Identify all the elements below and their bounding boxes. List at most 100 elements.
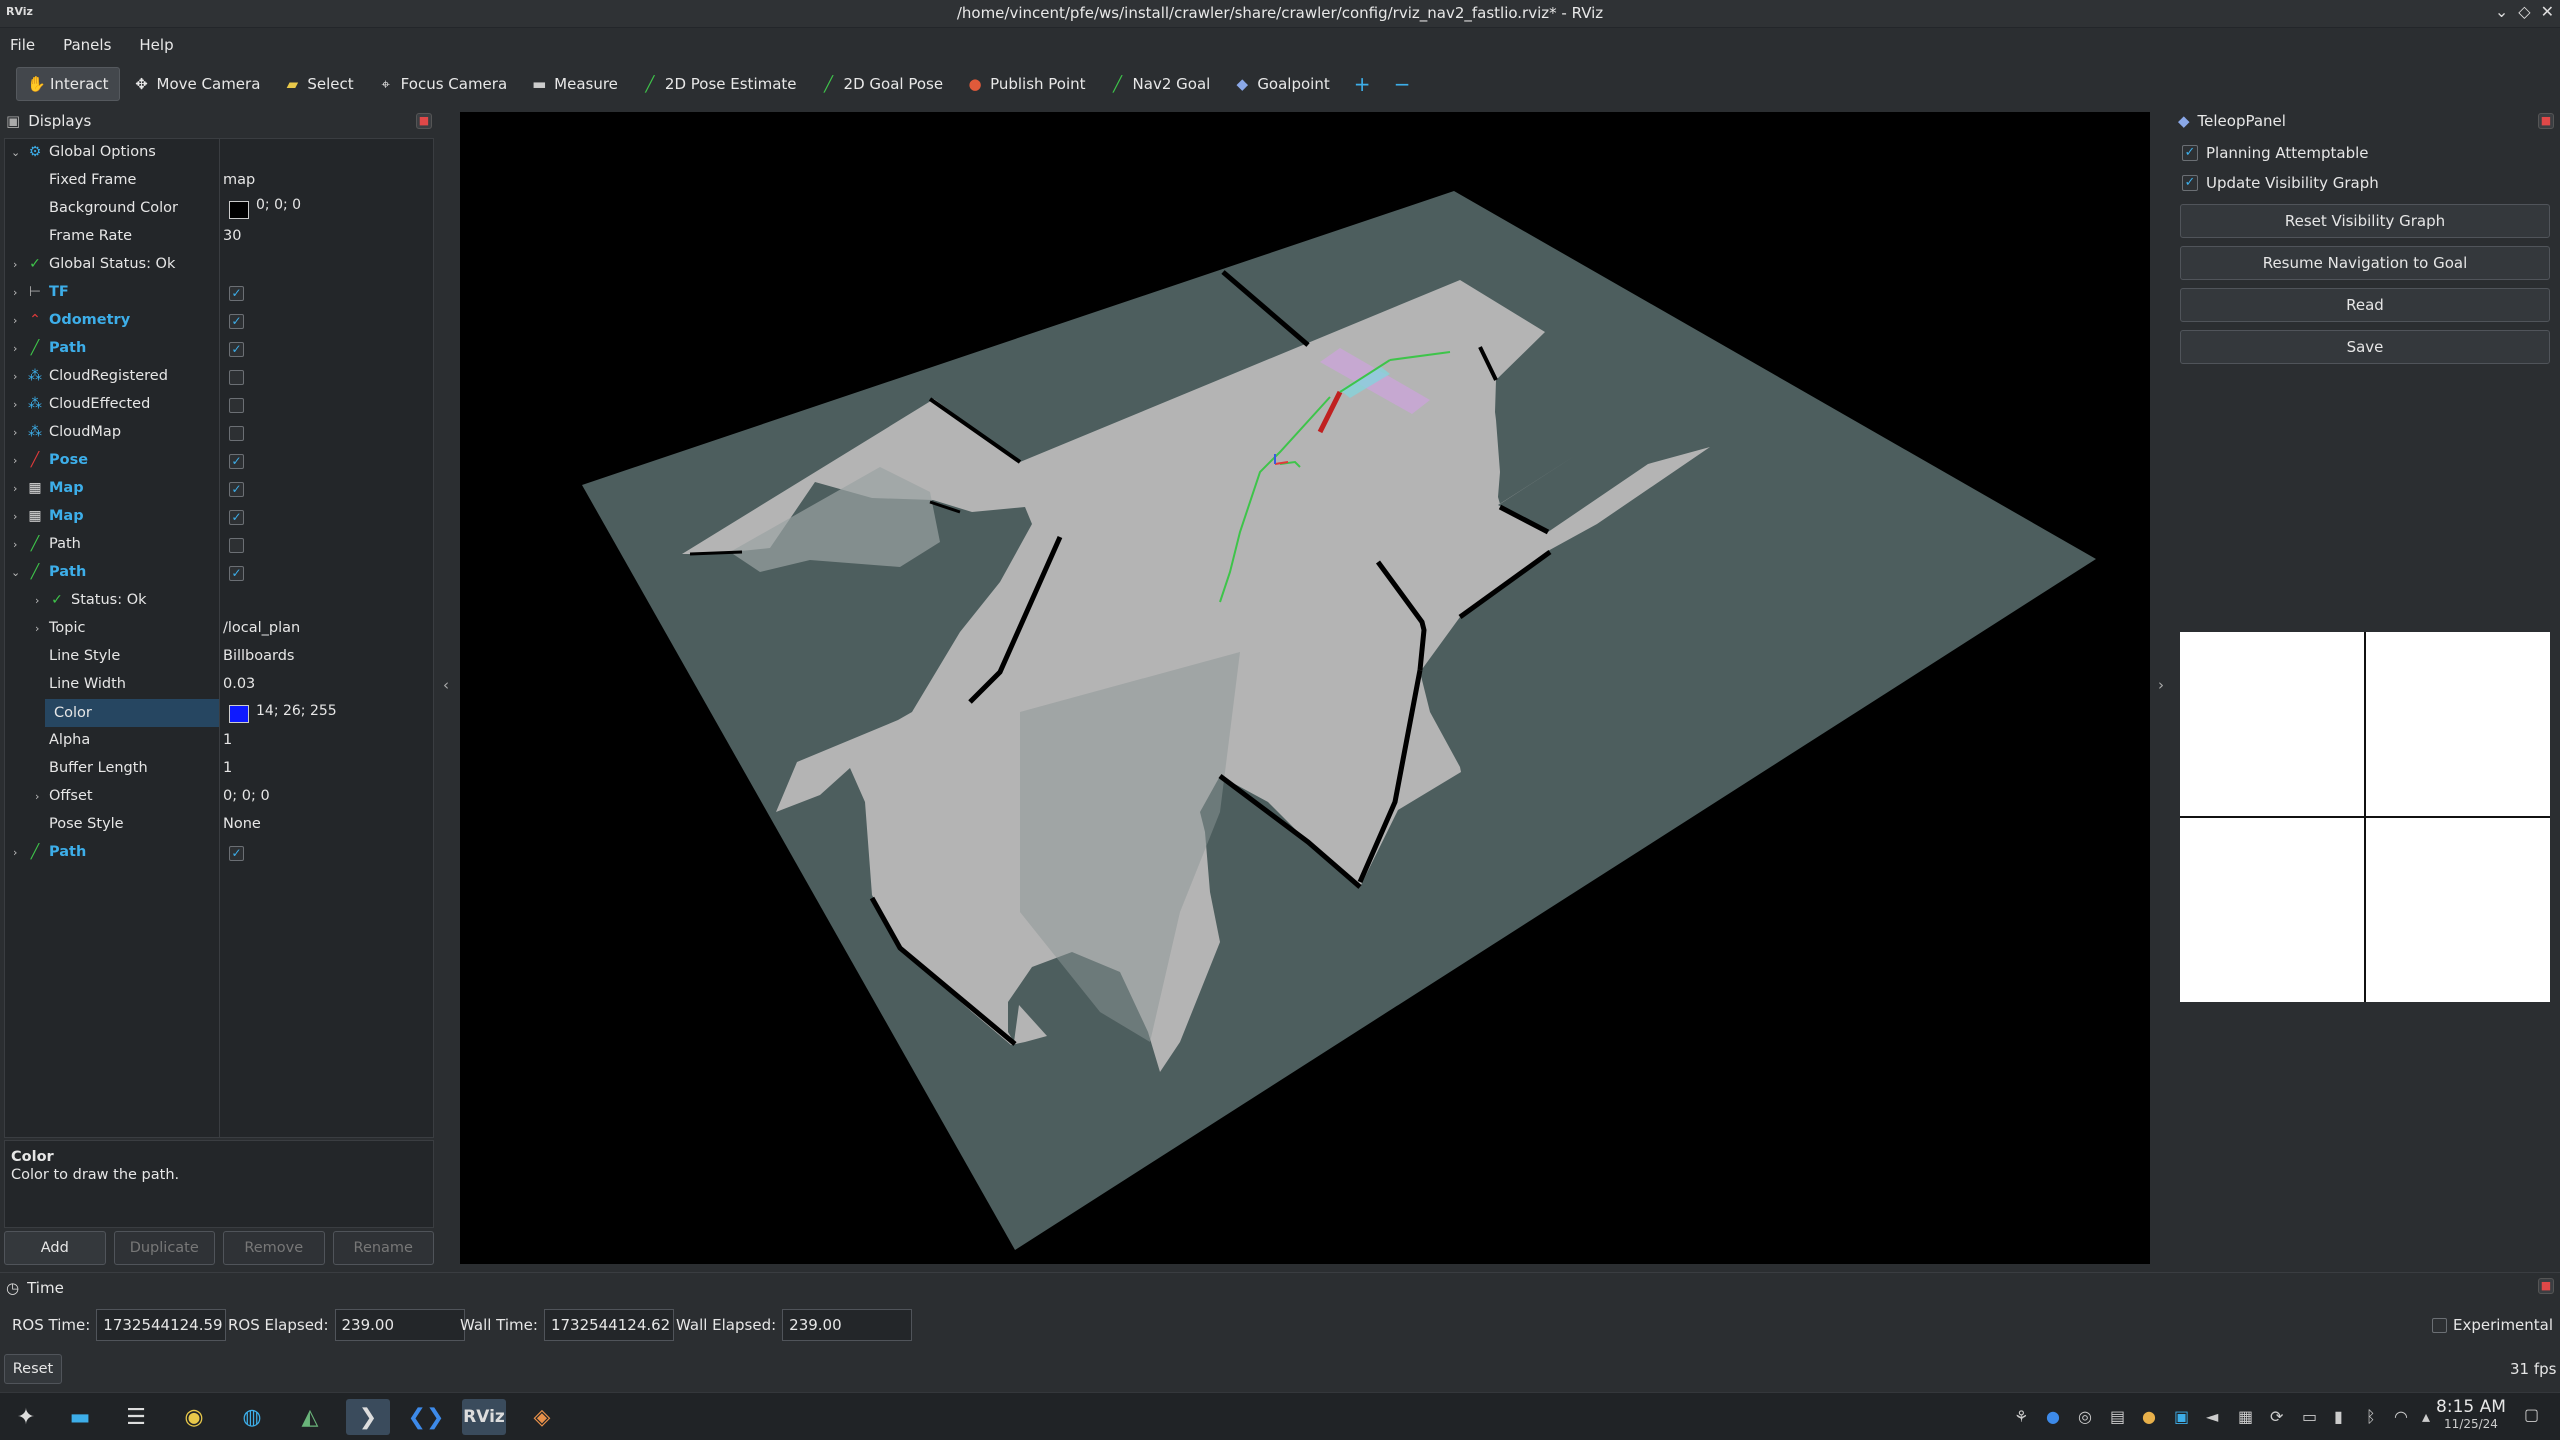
checkbox[interactable] (229, 398, 244, 413)
rename-button[interactable]: Rename (332, 1231, 434, 1265)
file-manager-icon[interactable]: ▬ (58, 1399, 102, 1435)
wall-time-value[interactable]: 1732544124.62 (543, 1309, 674, 1341)
tree-row-buffer-length[interactable]: Buffer Length 1 (5, 755, 433, 783)
close-panel-icon[interactable]: ■ (416, 113, 432, 129)
chrome-icon[interactable]: ◉ (172, 1399, 216, 1435)
tool-measure[interactable]: ▬ Measure (521, 67, 628, 101)
clock[interactable]: 8:15 AM 11/25/24 (2426, 1397, 2516, 1431)
tray-vpn-icon[interactable]: ◎ (2078, 1407, 2092, 1426)
tree-row-cloudmap[interactable]: › ⁂ CloudMap (5, 419, 433, 447)
check-icon[interactable]: ✓ (2182, 145, 2198, 161)
close-icon[interactable]: ✕ (2541, 2, 2554, 21)
checkbox[interactable] (229, 370, 244, 385)
checkbox[interactable]: ✓ (229, 482, 244, 497)
tree-row-path-expanded[interactable]: ⌄ ╱ Path ✓ (5, 559, 433, 587)
collapse-left-icon[interactable]: ‹ (443, 676, 449, 694)
tree-row-frame-rate[interactable]: Frame Rate 30 (5, 223, 433, 251)
add-button[interactable]: Add (4, 1231, 106, 1265)
tool-interact[interactable]: ✋ Interact (16, 67, 120, 101)
reset-button[interactable]: Reset (4, 1354, 62, 1384)
checkbox[interactable]: ✓ (229, 566, 244, 581)
tray-volume-icon[interactable]: ◄ (2206, 1407, 2218, 1426)
maximize-icon[interactable]: ◇ (2518, 2, 2530, 21)
tray-update-icon[interactable]: ● (2142, 1407, 2156, 1426)
tree-row-tf[interactable]: › ⊢ TF ✓ (5, 279, 433, 307)
collapse-right-icon[interactable]: › (2158, 676, 2164, 694)
checkbox[interactable]: ✓ (229, 314, 244, 329)
plotter-icon[interactable]: ◭ (288, 1399, 332, 1435)
tree-row-map[interactable]: › ▦ Map ✓ (5, 503, 433, 531)
ros-elapsed-value[interactable]: 239.00 (334, 1309, 465, 1341)
menu-help[interactable]: Help (139, 36, 173, 54)
launcher-icon[interactable]: ✦ (4, 1399, 48, 1435)
tree-row-offset[interactable]: › Offset 0; 0; 0 (5, 783, 433, 811)
show-desktop-icon[interactable]: ▢ (2524, 1405, 2539, 1424)
checkbox[interactable]: ✓ (229, 342, 244, 357)
tree-row-map[interactable]: › ▦ Map ✓ (5, 475, 433, 503)
tray-battery-icon[interactable]: ▮ (2334, 1407, 2343, 1426)
tool-2d-goal-pose[interactable]: ╱ 2D Goal Pose (811, 67, 954, 101)
tool-focus-camera[interactable]: ⌖ Focus Camera (368, 67, 517, 101)
app-icon[interactable]: ◈ (520, 1399, 564, 1435)
tree-row-line-width[interactable]: Line Width 0.03 (5, 671, 433, 699)
remove-tool-button[interactable]: − (1384, 67, 1420, 101)
tree-row-odometry[interactable]: › ⌃ Odometry ✓ (5, 307, 433, 335)
tree-row-global-status[interactable]: › ✓ Global Status: Ok (5, 251, 433, 279)
tree-row-topic[interactable]: › Topic /local_plan (5, 615, 433, 643)
tray-network-icon[interactable]: ⚘ (2014, 1407, 2028, 1426)
reset-visibility-graph-button[interactable]: Reset Visibility Graph (2180, 204, 2550, 238)
ros-time-value[interactable]: 1732544124.59 (96, 1309, 227, 1341)
color-swatch[interactable] (229, 201, 249, 219)
tool-move-camera[interactable]: ✥ Move Camera (124, 67, 271, 101)
remove-button[interactable]: Remove (223, 1231, 325, 1265)
tray-display-icon[interactable]: ▭ (2302, 1407, 2317, 1426)
tray-notification-icon[interactable]: ▣ (2174, 1407, 2189, 1426)
color-swatch[interactable] (229, 705, 249, 723)
joystick-pad[interactable] (2180, 632, 2550, 1002)
checkbox[interactable] (2432, 1317, 2447, 1333)
tool-goalpoint[interactable]: ◆ Goalpoint (1224, 67, 1339, 101)
tool-select[interactable]: ▰ Select (274, 67, 363, 101)
save-button[interactable]: Save (2180, 330, 2550, 364)
tree-row-path[interactable]: › ╱ Path (5, 531, 433, 559)
resume-navigation-button[interactable]: Resume Navigation to Goal (2180, 246, 2550, 280)
tree-row-line-style[interactable]: Line Style Billboards (5, 643, 433, 671)
tool-2d-pose-estimate[interactable]: ╱ 2D Pose Estimate (632, 67, 807, 101)
vscode-icon[interactable]: ❮❯ (404, 1399, 448, 1435)
tree-row-cloudeffected[interactable]: › ⁂ CloudEffected (5, 391, 433, 419)
tree-row-background-color[interactable]: Background Color 0; 0; 0 (5, 195, 433, 223)
checkbox[interactable]: ✓ (229, 510, 244, 525)
tray-app-icon[interactable]: ● (2046, 1407, 2060, 1426)
checkbox[interactable]: ✓ (229, 286, 244, 301)
terminal-icon[interactable]: ❯ (346, 1399, 390, 1435)
system-monitor-icon[interactable]: ☰ (114, 1399, 158, 1435)
wall-elapsed-value[interactable]: 239.00 (782, 1309, 913, 1341)
tray-screenshot-icon[interactable]: ▦ (2238, 1407, 2253, 1426)
tree-row-cloudregistered[interactable]: › ⁂ CloudRegistered (5, 363, 433, 391)
tree-row-pose-style[interactable]: Pose Style None (5, 811, 433, 839)
3d-viewport[interactable] (460, 112, 2150, 1264)
check-icon[interactable]: ✓ (2182, 175, 2198, 191)
browser-icon[interactable]: ◍ (230, 1399, 274, 1435)
minimize-icon[interactable]: ⌄ (2495, 2, 2508, 21)
checkbox[interactable]: ✓ (229, 846, 244, 861)
tray-clipboard-icon[interactable]: ▤ (2110, 1407, 2125, 1426)
tree-row-global-options[interactable]: ⌄ ⚙ Global Options (5, 139, 433, 167)
checkbox[interactable]: ✓ (229, 454, 244, 469)
tray-sync-icon[interactable]: ⟳ (2270, 1407, 2283, 1426)
tool-nav2-goal[interactable]: ╱ Nav2 Goal (1100, 67, 1221, 101)
add-tool-button[interactable]: + (1344, 67, 1380, 101)
tree-row-path[interactable]: › ╱ Path ✓ (5, 335, 433, 363)
checkbox[interactable] (229, 426, 244, 441)
menu-file[interactable]: File (10, 36, 35, 54)
tree-row-path[interactable]: › ╱ Path ✓ (5, 839, 433, 867)
update-visibility-graph-checkbox[interactable]: ✓ Update Visibility Graph (2182, 174, 2379, 192)
duplicate-button[interactable]: Duplicate (113, 1231, 215, 1265)
rviz-task-icon[interactable]: RViz (462, 1399, 506, 1435)
read-button[interactable]: Read (2180, 288, 2550, 322)
close-panel-icon[interactable]: ■ (2538, 1278, 2554, 1294)
tree-row-fixed-frame[interactable]: Fixed Frame map (5, 167, 433, 195)
menu-panels[interactable]: Panels (63, 36, 111, 54)
tree-row-color[interactable]: Color 14; 26; 255 (5, 699, 433, 727)
tray-wifi-icon[interactable]: ◠ (2394, 1407, 2408, 1426)
